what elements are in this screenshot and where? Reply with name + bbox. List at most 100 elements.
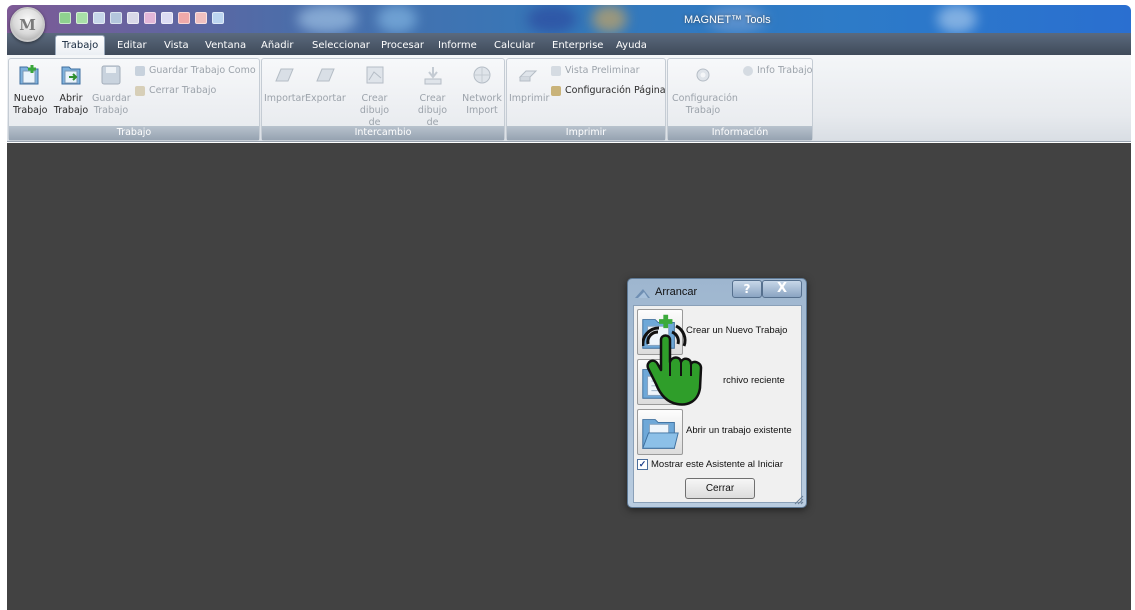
nuevo-trabajo-button[interactable]: Nuevo Trabajo: [13, 63, 48, 117]
exportar-button[interactable]: Exportar: [305, 63, 346, 105]
gear-icon: [696, 68, 710, 82]
app-menu-orb[interactable]: M: [10, 7, 45, 42]
config-pagina-label: Configuración Página: [565, 85, 666, 96]
option-recent-file-label: rchivo reciente: [723, 375, 785, 386]
title-bar: MAGNET™ Tools: [7, 5, 1131, 33]
resize-grip-icon[interactable]: [794, 495, 804, 505]
autocad-label-1: Crear dibujo: [359, 93, 390, 116]
tab-vista[interactable]: Vista: [164, 36, 189, 55]
qat-undo-icon[interactable]: [178, 12, 190, 24]
info-trabajo-label: Info Trabajo: [757, 65, 813, 76]
dialog-help-button[interactable]: ?: [732, 280, 762, 298]
vista-preliminar-button[interactable]: Vista Preliminar: [551, 65, 639, 76]
qat-open-icon[interactable]: [76, 12, 88, 24]
qat-save-as-icon[interactable]: [110, 12, 122, 24]
info-icon: [743, 65, 753, 76]
import-icon: [275, 68, 294, 82]
qat-report-icon[interactable]: [161, 12, 173, 24]
group-title-trabajo: Trabajo: [9, 126, 259, 140]
configuracion-trabajo-button[interactable]: Configuración Trabajo: [672, 63, 738, 117]
dialog-close-button[interactable]: X: [762, 280, 802, 298]
open-job-icon: [61, 66, 81, 85]
option-open-existing[interactable]: Abrir un trabajo existente: [637, 409, 799, 457]
group-title-informacion: Información: [668, 126, 812, 140]
imprimir-label: Imprimir: [509, 93, 550, 104]
page-setup-icon: [551, 85, 561, 96]
qat-help-icon[interactable]: [212, 12, 224, 24]
guardar-como-label: Guardar Trabajo Como: [149, 65, 256, 76]
export-icon: [316, 68, 335, 82]
tab-editar[interactable]: Editar: [117, 36, 147, 55]
save-as-icon: [135, 65, 145, 76]
open-folder-icon: [642, 419, 679, 449]
globe-icon: [473, 66, 491, 84]
qat-new-icon[interactable]: [59, 12, 71, 24]
show-wizard-label: Mostrar este Asistente al Iniciar: [651, 459, 783, 470]
configuracion-pagina-button[interactable]: Configuración Página: [551, 85, 666, 96]
magnet-drawing-icon: [424, 67, 441, 85]
guardar-label-1: Guardar: [92, 93, 131, 104]
ribbon-group-trabajo: Nuevo Trabajo Abrir Trabajo Guardar Trab…: [8, 58, 260, 141]
tab-ayuda[interactable]: Ayuda: [616, 36, 647, 55]
autocad-drawing-icon: [366, 66, 383, 84]
group-title-imprimir: Imprimir: [507, 126, 665, 140]
exportar-label: Exportar: [305, 93, 346, 104]
show-wizard-checkbox[interactable]: ✓ Mostrar este Asistente al Iniciar: [637, 459, 783, 470]
network-import-button[interactable]: Network Import: [461, 63, 503, 117]
tab-anadir[interactable]: Añadir: [261, 36, 294, 55]
tab-informe[interactable]: Informe: [438, 36, 477, 55]
importar-label: Importar: [264, 93, 306, 104]
tab-trabajo[interactable]: Trabajo: [55, 35, 106, 56]
tab-procesar[interactable]: Procesar: [381, 36, 424, 55]
cerrar-button[interactable]: Cerrar: [685, 478, 755, 499]
wizard-icon: [635, 289, 650, 298]
nuevo-label-1: Nuevo: [13, 93, 45, 104]
guardar-trabajo-como-button[interactable]: Guardar Trabajo Como: [135, 65, 256, 76]
qat-save-icon[interactable]: [93, 12, 105, 24]
imprimir-button[interactable]: Imprimir: [509, 63, 550, 105]
abrir-trabajo-button[interactable]: Abrir Trabajo: [53, 63, 89, 117]
network-label-2: Import: [466, 105, 498, 116]
app-orb-letter: M: [19, 15, 36, 34]
qat-redo-icon[interactable]: [195, 12, 207, 24]
ribbon-group-imprimir: Imprimir Vista Preliminar Configuración …: [506, 58, 666, 141]
preview-icon: [551, 65, 561, 76]
guardar-label-2: Trabajo: [93, 105, 129, 116]
dialog-title: Arrancar: [655, 286, 698, 298]
info-trabajo-button[interactable]: Info Trabajo: [743, 65, 812, 76]
tab-calcular[interactable]: Calcular: [494, 36, 535, 55]
quick-access-toolbar: [59, 12, 224, 24]
ribbon-group-intercambio: Importar Exportar Crear dibujo de AutoCA…: [261, 58, 505, 141]
close-job-icon: [135, 85, 145, 96]
ribbon-tabs: Trabajo Editar Vista Ventana Añadir Sele…: [7, 33, 1131, 56]
qat-print-icon[interactable]: [127, 12, 139, 24]
qat-preview-icon[interactable]: [144, 12, 156, 24]
cerrar-trabajo-button[interactable]: Cerrar Trabajo: [135, 85, 216, 96]
group-title-intercambio: Intercambio: [262, 126, 504, 140]
window-title: MAGNET™ Tools: [684, 14, 771, 26]
nuevo-label-2: Trabajo: [13, 105, 48, 116]
tab-ventana[interactable]: Ventana: [205, 36, 246, 55]
abrir-label-2: Trabajo: [53, 105, 89, 116]
new-job-icon: [19, 65, 39, 85]
config-trabajo-label-1: Configuración: [672, 93, 738, 104]
config-trabajo-label-2: Trabajo: [685, 105, 721, 116]
network-label-1: Network: [462, 93, 502, 104]
checkbox-box[interactable]: ✓: [637, 459, 648, 470]
workspace-area[interactable]: [7, 143, 1131, 610]
vista-preliminar-label: Vista Preliminar: [565, 65, 640, 76]
printer-icon: [518, 70, 538, 82]
abrir-label-1: Abrir: [59, 93, 83, 104]
dialog-titlebar[interactable]: Arrancar ? X: [628, 279, 806, 305]
ribbon-group-informacion: Configuración Trabajo Info Trabajo Infor…: [667, 58, 813, 141]
tab-enterprise[interactable]: Enterprise: [552, 36, 603, 55]
cerrar-label: Cerrar Trabajo: [149, 85, 217, 96]
ribbon: Nuevo Trabajo Abrir Trabajo Guardar Trab…: [7, 55, 1131, 142]
open-existing-option-button[interactable]: [637, 409, 683, 455]
guardar-trabajo-button[interactable]: Guardar Trabajo: [92, 63, 131, 117]
tab-seleccionar[interactable]: Seleccionar: [312, 36, 370, 55]
hand-pointer-icon: [642, 324, 703, 406]
save-icon: [101, 65, 121, 85]
option-open-existing-label: Abrir un trabajo existente: [686, 425, 792, 436]
importar-button[interactable]: Importar: [264, 63, 306, 105]
